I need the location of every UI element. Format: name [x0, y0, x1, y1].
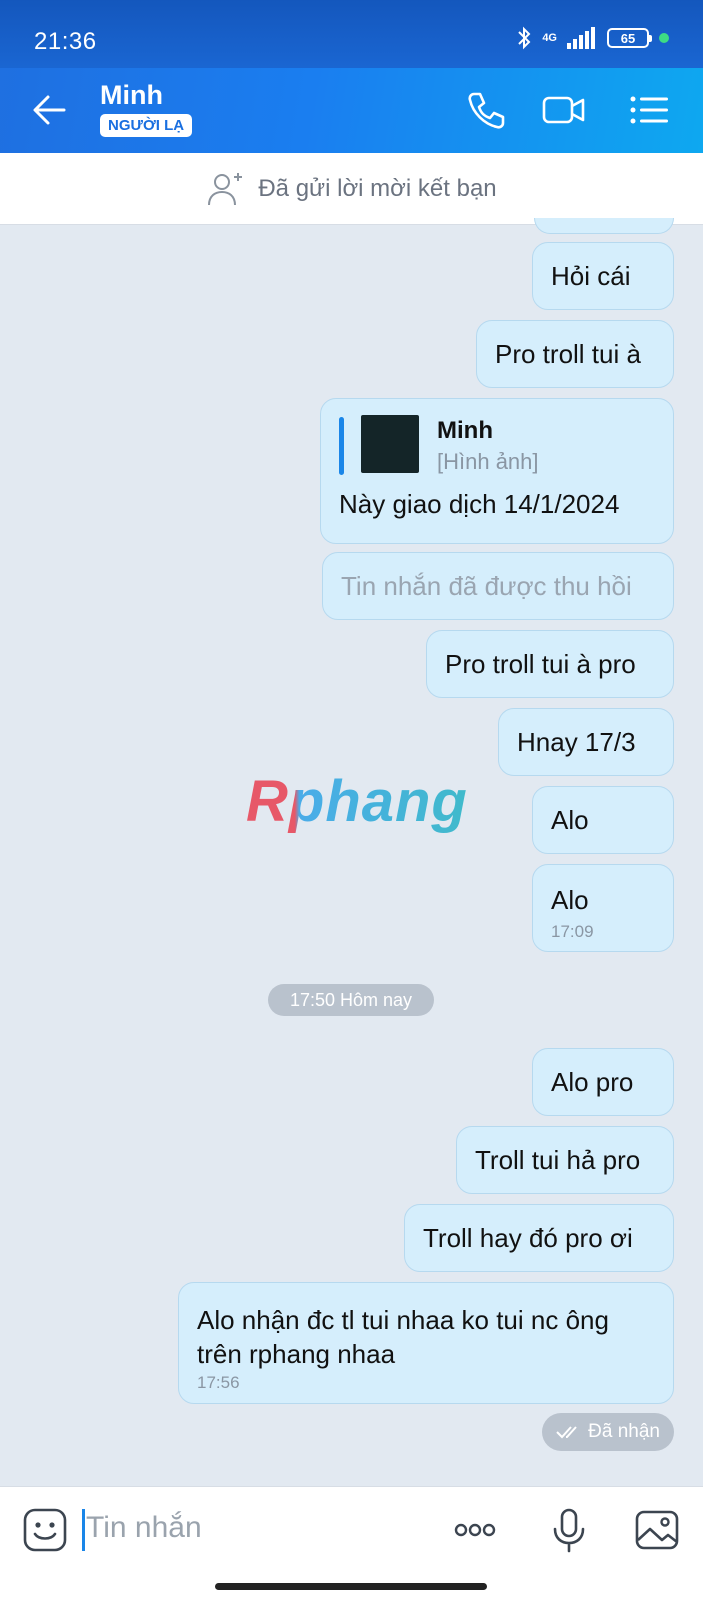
image-picker-icon[interactable]: [634, 1507, 680, 1553]
network-type: 4G: [542, 31, 557, 44]
chat-header: Minh NGƯỜI LẠ: [0, 68, 703, 153]
message-bubble[interactable]: Troll tui hả pro: [456, 1126, 674, 1194]
message-text: Alo: [551, 885, 589, 915]
message-bubble[interactable]: Pro troll tui à: [476, 320, 674, 388]
received-label: Đã nhận: [588, 1421, 660, 1442]
bluetooth-icon: [518, 26, 531, 50]
quote-image-thumbnail[interactable]: [361, 415, 419, 473]
emoji-sticker-icon[interactable]: [22, 1507, 68, 1553]
message-text: Troll tui hả pro: [475, 1144, 641, 1175]
friend-request-bar[interactable]: Đã gửi lời mời kết bạn: [0, 153, 703, 225]
message-bubble-partial: [534, 218, 674, 234]
message-time: 17:09: [551, 922, 594, 941]
back-arrow-icon[interactable]: [28, 88, 72, 132]
message-bubble[interactable]: Alo pro: [532, 1048, 674, 1116]
message-text: Alo pro: [551, 1066, 634, 1097]
phone-icon[interactable]: [464, 88, 508, 132]
add-friend-icon: [208, 172, 243, 205]
message-text: Hnay 17/3: [517, 726, 636, 757]
status-icons: 4G 65: [516, 26, 669, 50]
signal-icon: [567, 27, 595, 49]
message-bubble[interactable]: Troll hay đó pro ơi: [404, 1204, 674, 1272]
message-bubble[interactable]: Alo: [532, 786, 674, 854]
message-text: Này giao dịch 14/1/2024: [339, 489, 620, 519]
home-indicator[interactable]: [215, 1583, 487, 1590]
message-bubble[interactable]: Hỏi cái: [532, 242, 674, 310]
rphang-watermark: Rphang: [246, 769, 468, 834]
message-text: Alo: [551, 804, 589, 835]
message-bubble[interactable]: Alo 17:09: [532, 864, 674, 952]
message-text: Pro troll tui à: [495, 338, 641, 369]
message-bubble[interactable]: Alo nhận đc tl tui nhaa ko tui nc ông tr…: [178, 1282, 674, 1404]
message-bubble[interactable]: Hnay 17/3: [498, 708, 674, 776]
stranger-badge: NGƯỜI LẠ: [100, 114, 193, 137]
message-text: Troll hay đó pro ơi: [423, 1222, 633, 1253]
message-bubble[interactable]: Pro troll tui à pro: [426, 630, 674, 698]
quote-bar: [339, 417, 344, 475]
quote-type: [Hình ảnh]: [437, 449, 539, 474]
quote-sender: Minh: [437, 417, 493, 444]
contact-name[interactable]: Minh: [100, 80, 163, 111]
video-call-icon[interactable]: [542, 88, 586, 132]
more-dots-icon[interactable]: [452, 1507, 498, 1553]
battery-icon: 65: [607, 28, 652, 48]
message-text: Tin nhắn đã được thu hồi: [341, 570, 632, 601]
status-bar: 21:36 4G 65: [0, 0, 703, 68]
received-status-badge: Đã nhận: [542, 1413, 674, 1451]
friend-request-text: Đã gửi lời mời kết bạn: [258, 174, 497, 202]
message-text: Pro troll tui à pro: [445, 648, 636, 679]
quoted-message-bubble[interactable]: Minh [Hình ảnh] Này giao dịch 14/1/2024: [320, 398, 674, 544]
status-time: 21:36: [34, 28, 97, 55]
microphone-icon[interactable]: [546, 1507, 592, 1553]
day-separator: 17:50 Hôm nay: [268, 984, 434, 1016]
message-text: Hỏi cái: [551, 260, 631, 291]
text-cursor: [82, 1509, 85, 1551]
message-input[interactable]: Tin nhắn: [86, 1511, 202, 1545]
message-text: Alo nhận đc tl tui nhaa ko tui nc ông tr…: [197, 1305, 609, 1369]
menu-icon[interactable]: [628, 88, 672, 132]
message-time: 17:56: [197, 1373, 240, 1392]
recalled-message-bubble[interactable]: Tin nhắn đã được thu hồi: [322, 552, 674, 620]
top-bar: 21:36 4G 65 Minh NGƯỜI LẠ: [0, 0, 703, 153]
privacy-dot: [659, 33, 669, 43]
double-check-icon: [556, 1426, 577, 1439]
